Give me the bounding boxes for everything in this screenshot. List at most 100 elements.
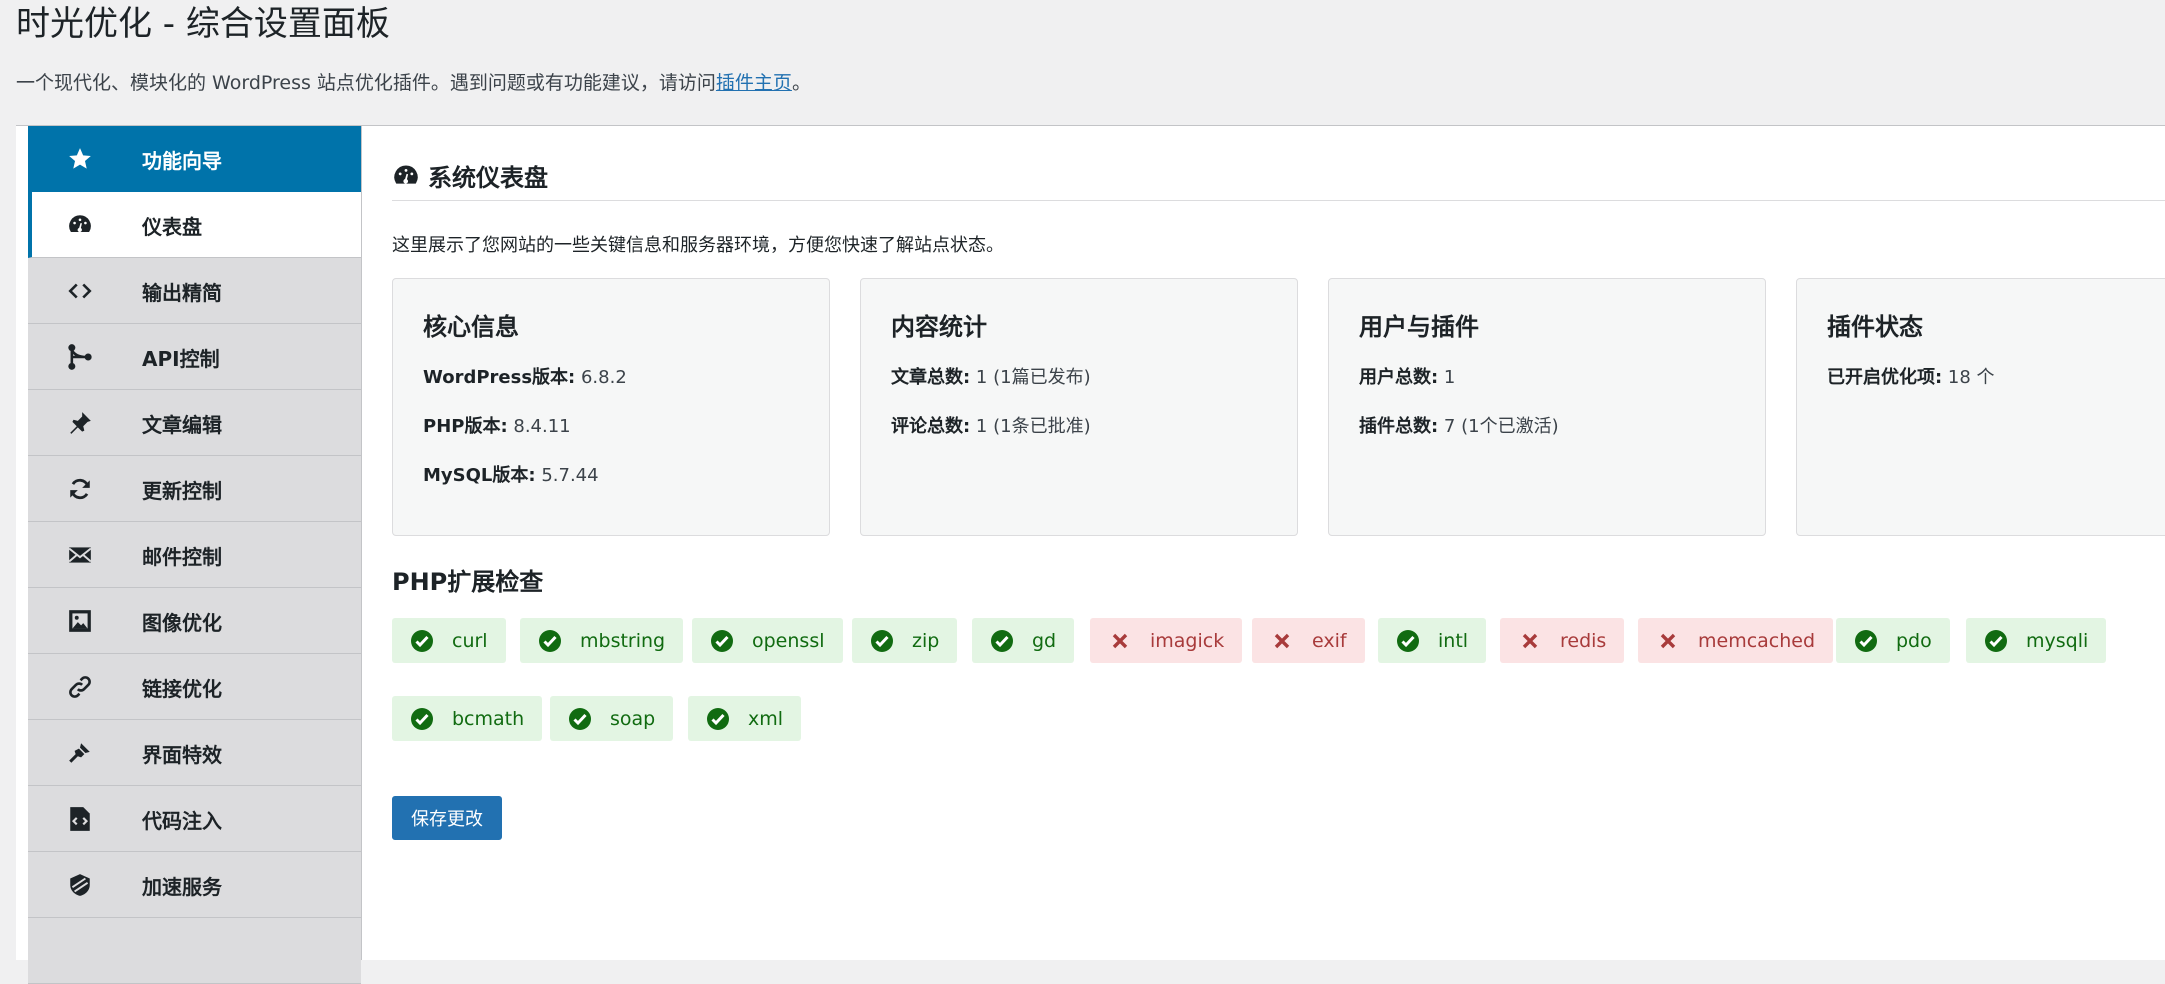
check-circle-icon <box>1984 629 2008 653</box>
check-circle-icon <box>870 629 894 653</box>
extension-badge: intl <box>1378 618 1487 663</box>
check-circle-icon <box>410 629 434 653</box>
info-card: 插件状态 已开启优化项: 18 个 <box>1796 278 2165 536</box>
sidebar-item-link-optimize[interactable]: 链接优化 <box>28 654 361 720</box>
dashboard-content: 系统仪表盘 这里展示了您网站的一些关键信息和服务器环境，方便您快速了解站点状态。… <box>362 126 2165 960</box>
sidebar-item-label: 加速服务 <box>142 875 222 899</box>
sidebar-item-ui-effects[interactable]: 界面特效 <box>28 720 361 786</box>
save-button[interactable]: 保存更改 <box>392 796 502 840</box>
api-icon <box>66 343 94 371</box>
sidebar-item-feature-guide[interactable]: 功能向导 <box>28 126 361 192</box>
extension-name: pdo <box>1896 629 1932 652</box>
sidebar-item-label: 邮件控制 <box>142 545 222 569</box>
card-title: 内容统计 <box>891 313 987 341</box>
extension-name: memcached <box>1698 629 1816 652</box>
sidebar-item-acceleration[interactable]: 加速服务 <box>28 852 361 918</box>
check-circle-icon <box>1396 629 1420 653</box>
extension-badge: imagick <box>1090 618 1243 663</box>
sidebar-item-label: 功能向导 <box>142 149 222 173</box>
image-icon <box>66 607 94 635</box>
extension-name: soap <box>610 707 656 730</box>
extensions-title: PHP扩展检查 <box>392 568 544 596</box>
code-file-icon <box>66 805 94 833</box>
info-card: 用户与插件 用户总数: 1 插件总数: 7 (1个已激活) <box>1328 278 1766 536</box>
extension-badge: openssl <box>692 618 843 663</box>
extension-badge: pdo <box>1836 618 1950 663</box>
sidebar-item-image-optimize[interactable]: 图像优化 <box>28 588 361 654</box>
dashboard-icon <box>66 211 94 239</box>
info-card: 内容统计 文章总数: 1 (1篇已发布) 评论总数: 1 (1条已批准) <box>860 278 1298 536</box>
row-label: WordPress版本: <box>423 367 576 388</box>
extension-name: gd <box>1032 629 1057 652</box>
row-label: 插件总数: <box>1359 416 1439 437</box>
shield-icon <box>66 871 94 899</box>
sidebar-item-post-editing[interactable]: 文章编辑 <box>28 390 361 456</box>
sidebar-item-mail-control[interactable]: 邮件控制 <box>28 522 361 588</box>
card-row: MySQL版本: 5.7.44 <box>423 461 599 487</box>
row-value: 18 个 <box>1942 367 1995 388</box>
extension-name: redis <box>1560 629 1607 652</box>
page-description: 一个现代化、模块化的 WordPress 站点优化插件。遇到问题或有功能建议，请… <box>16 68 811 95</box>
row-label: 已开启优化项: <box>1827 367 1943 388</box>
extension-badge: xml <box>688 696 802 741</box>
info-card: 核心信息 WordPress版本: 6.8.2 PHP版本: 8.4.11 My… <box>392 278 830 536</box>
x-mark-icon <box>1656 629 1680 653</box>
extension-badge: mysqli <box>1966 618 2107 663</box>
check-circle-icon <box>1854 629 1878 653</box>
sidebar-item-code-injection[interactable]: 代码注入 <box>28 786 361 852</box>
row-label: PHP版本: <box>423 416 508 437</box>
plugin-homepage-link[interactable]: 插件主页 <box>716 72 792 94</box>
sidebar-item-update-control[interactable]: 更新控制 <box>28 456 361 522</box>
x-mark-icon <box>1270 629 1294 653</box>
sidebar-item-label: 仪表盘 <box>142 215 202 239</box>
sidebar-item-label: 输出精简 <box>142 281 222 305</box>
extension-badge: soap <box>550 696 674 741</box>
check-circle-icon <box>538 629 562 653</box>
row-value: 5.7.44 <box>535 465 599 486</box>
check-circle-icon <box>710 629 734 653</box>
dashboard-icon <box>394 165 418 184</box>
row-value: 8.4.11 <box>507 416 571 437</box>
x-mark-icon <box>1108 629 1132 653</box>
card-title: 用户与插件 <box>1359 313 1479 341</box>
card-row: 文章总数: 1 (1篇已发布) <box>891 363 1091 389</box>
extension-name: bcmath <box>452 707 525 730</box>
sidebar-item-label: 文章编辑 <box>142 413 222 437</box>
sidebar-item-label: 链接优化 <box>142 677 222 701</box>
email-icon <box>66 541 94 569</box>
sidebar-item-label: 更新控制 <box>142 479 222 503</box>
sidebar-item-dashboard[interactable]: 仪表盘 <box>28 192 361 258</box>
sidebar-item-label: 界面特效 <box>142 743 222 767</box>
intro-text: 这里展示了您网站的一些关键信息和服务器环境，方便您快速了解站点状态。 <box>392 235 1004 256</box>
card-title: 核心信息 <box>423 313 519 341</box>
sidebar-item-api-control[interactable]: API控制 <box>28 324 361 390</box>
extension-badge: bcmath <box>392 696 543 741</box>
extension-name: zip <box>912 629 940 652</box>
extension-badge: exif <box>1252 618 1365 663</box>
row-label: MySQL版本: <box>423 465 536 486</box>
row-label: 评论总数: <box>891 416 971 437</box>
extension-badge: curl <box>392 618 506 663</box>
x-mark-icon <box>1518 629 1542 653</box>
card-row: 插件总数: 7 (1个已激活) <box>1359 412 1559 438</box>
extension-name: openssl <box>752 629 825 652</box>
update-icon <box>66 475 94 503</box>
extension-badge: mbstring <box>520 618 684 663</box>
row-value: 1 (1篇已发布) <box>970 367 1091 388</box>
card-row: WordPress版本: 6.8.2 <box>423 363 627 389</box>
card-row: 已开启优化项: 18 个 <box>1827 363 1995 389</box>
sidebar-item-more[interactable] <box>28 918 361 984</box>
card-row: 评论总数: 1 (1条已批准) <box>891 412 1091 438</box>
pin-icon <box>66 409 94 437</box>
star-icon <box>66 145 94 173</box>
sidebar-item-label: 图像优化 <box>142 611 222 635</box>
settings-panel: 功能向导 仪表盘 输出精简 API控制 文章编辑 更新控制 邮件控制 图像优化 <box>16 125 2165 984</box>
extension-badge: memcached <box>1638 618 1834 663</box>
row-value: 1 (1条已批准) <box>970 416 1091 437</box>
check-circle-icon <box>568 707 592 731</box>
section-header: 系统仪表盘 <box>392 156 2165 201</box>
sidebar-item-output-minify[interactable]: 输出精简 <box>28 258 361 324</box>
extension-name: intl <box>1438 629 1469 652</box>
sidebar-item-label: API控制 <box>142 347 220 371</box>
extension-badge: gd <box>972 618 1075 663</box>
